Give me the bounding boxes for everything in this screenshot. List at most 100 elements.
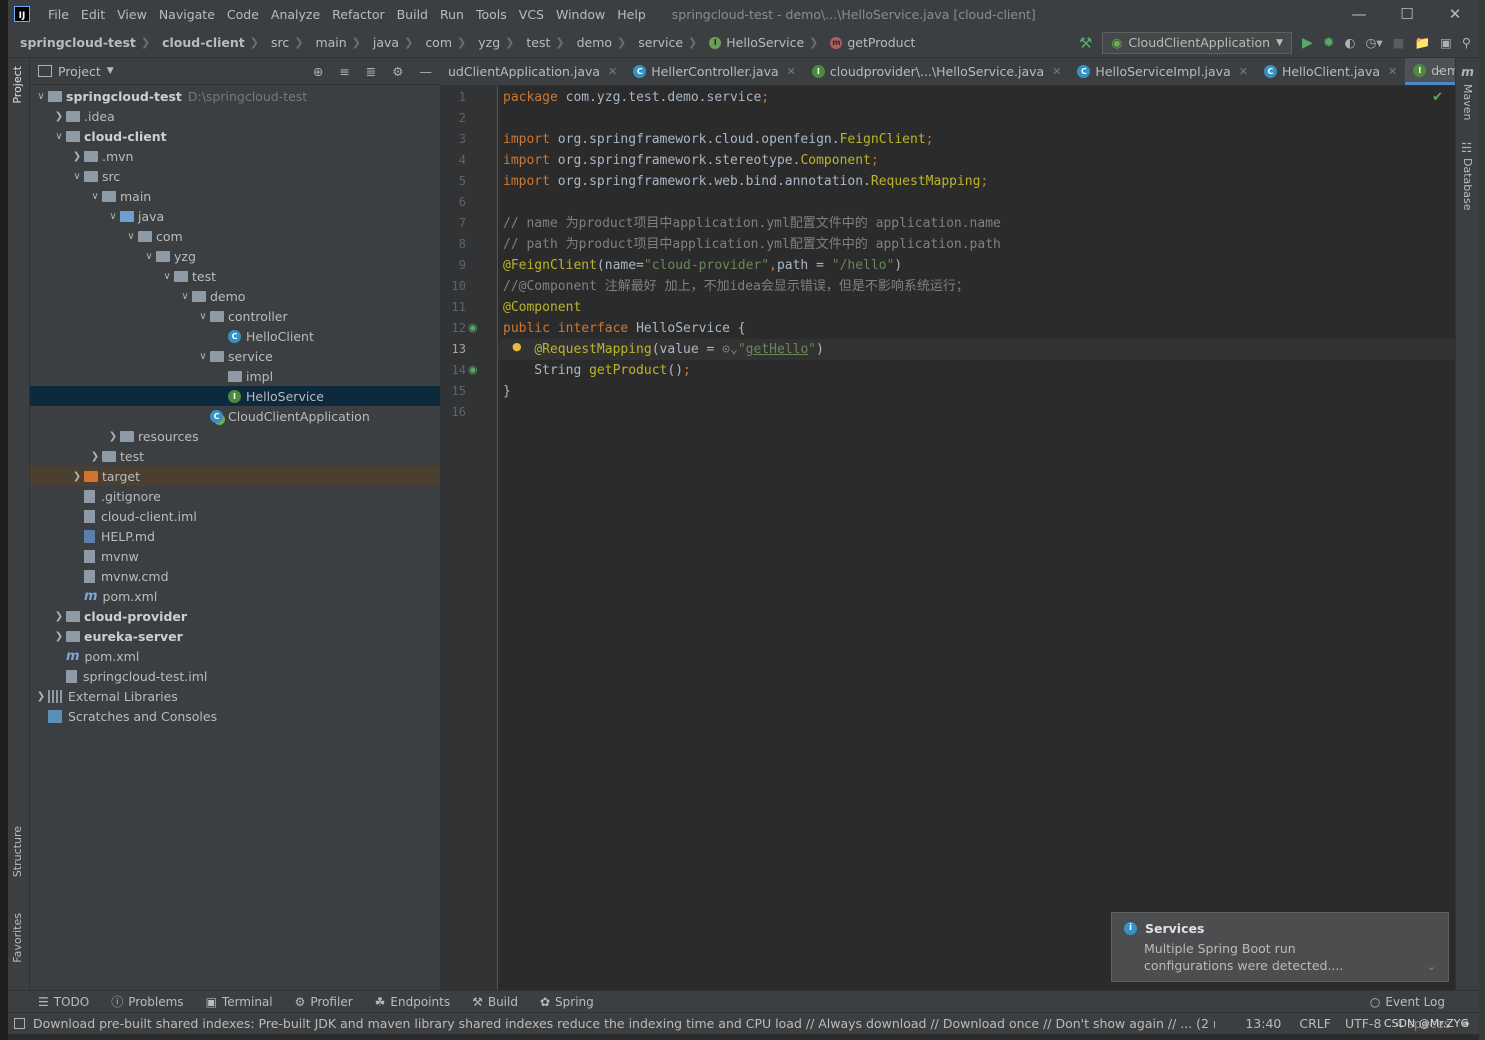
notification-balloon[interactable]: i Services Multiple Spring Boot run conf… (1111, 912, 1449, 982)
status-message[interactable]: Download pre-built shared indexes: Pre-b… (33, 1016, 1215, 1031)
close-icon[interactable]: ✕ (1239, 65, 1248, 78)
editor-tab[interactable]: Icloudprovider\...\HelloService.java ✕ (804, 58, 1070, 85)
menu-item-file[interactable]: File (42, 7, 75, 22)
debug-icon[interactable]: ✹ (1323, 35, 1335, 51)
tree-node[interactable]: cloud-client.iml (30, 506, 440, 526)
chevron-right-icon[interactable]: ❯ (52, 111, 66, 122)
search-icon[interactable]: ⚲ (1462, 35, 1471, 50)
tree-node[interactable]: ∨ springcloud-test D:\springcloud-test (30, 86, 440, 106)
locate-icon[interactable]: ⊕ (313, 64, 323, 79)
chevron-down-icon[interactable]: ∨ (178, 291, 192, 302)
chevron-right-icon[interactable]: ❯ (88, 451, 102, 462)
tree-node[interactable]: C HelloClient (30, 326, 440, 346)
tree-node[interactable]: m pom.xml (30, 646, 440, 666)
chevron-down-icon[interactable]: ∨ (106, 211, 120, 222)
tool-window-favorites[interactable]: Favorites (11, 913, 24, 963)
chevron-down-icon[interactable]: ∨ (160, 271, 174, 282)
line-separator[interactable]: CRLF (1299, 1016, 1331, 1031)
stop-icon[interactable]: ■ (1393, 35, 1405, 50)
chevron-right-icon[interactable]: ❯ (34, 691, 48, 702)
tool-window-database[interactable]: Database (1461, 158, 1474, 211)
editor-tab[interactable]: Idemo\...\He (1405, 58, 1455, 85)
chevron-right-icon[interactable]: ❯ (52, 631, 66, 642)
run-configuration-selector[interactable]: ◉ CloudClientApplication ▼ (1102, 31, 1293, 54)
project-view-dropdown[interactable]: Project (58, 64, 101, 79)
menu-item-build[interactable]: Build (391, 7, 434, 22)
tree-node[interactable]: ∨ main (30, 186, 440, 206)
tree-node[interactable]: ❯ .mvn (30, 146, 440, 166)
project-structure-icon[interactable]: 📁 (1414, 35, 1430, 51)
tree-node[interactable]: ∨ demo (30, 286, 440, 306)
breadcrumb-item[interactable]: com ❯ (413, 35, 466, 50)
breadcrumb-item[interactable]: springcloud-test ❯ (8, 35, 150, 50)
chevron-right-icon[interactable]: ❯ (70, 471, 84, 482)
tool-window-todo[interactable]: ☰ TODO (38, 993, 89, 1010)
menu-item-window[interactable]: Window (550, 7, 611, 22)
chevron-right-icon[interactable]: ❯ (70, 151, 84, 162)
menu-item-analyze[interactable]: Analyze (265, 7, 326, 22)
chevron-down-icon[interactable]: ∨ (142, 251, 156, 262)
menu-item-vcs[interactable]: VCS (513, 7, 550, 22)
implementation-gutter-icon[interactable]: ◉ (468, 363, 478, 376)
inspection-ok-icon[interactable]: ✔ (1432, 90, 1443, 105)
editor-tab[interactable]: udClientApplication.java ✕ (440, 58, 625, 85)
file-encoding[interactable]: UTF-8 (1345, 1016, 1381, 1031)
breadcrumb-item[interactable]: service ❯ (626, 35, 697, 50)
expand-all-icon[interactable]: ≡ (339, 64, 349, 79)
close-icon[interactable]: ✕ (1052, 65, 1061, 78)
tree-node[interactable]: mvnw.cmd (30, 566, 440, 586)
chevron-down-icon[interactable]: ∨ (196, 351, 210, 362)
close-icon[interactable]: ✕ (608, 65, 617, 78)
tool-window-maven[interactable]: Maven (1461, 84, 1474, 120)
chevron-down-icon[interactable]: ▼ (107, 66, 114, 76)
tree-node[interactable]: ❯ .idea (30, 106, 440, 126)
tree-node[interactable]: ∨ yzg (30, 246, 440, 266)
tree-node[interactable]: ❯ cloud-provider (30, 606, 440, 626)
tool-window-problems[interactable]: ⓘ Problems (111, 993, 183, 1010)
tool-window-project[interactable]: Project (11, 66, 24, 104)
breadcrumb-item[interactable]: java ❯ (361, 35, 413, 50)
chevron-right-icon[interactable]: ❯ (52, 611, 66, 622)
tree-node[interactable]: ∨ src (30, 166, 440, 186)
menu-item-edit[interactable]: Edit (75, 7, 111, 22)
breadcrumb-item[interactable]: src ❯ (259, 35, 303, 50)
menu-item-navigate[interactable]: Navigate (153, 7, 221, 22)
close-icon[interactable]: ✕ (1431, 5, 1479, 23)
breadcrumb-item[interactable]: cloud-client ❯ (150, 35, 259, 50)
tool-window-profiler[interactable]: ⚙ Profiler (295, 993, 353, 1010)
tree-node[interactable]: impl (30, 366, 440, 386)
tool-window-spring[interactable]: ✿ Spring (540, 993, 594, 1010)
menu-item-view[interactable]: View (111, 7, 153, 22)
run-icon[interactable]: ▶ (1302, 35, 1313, 51)
status-toggle-icon[interactable] (14, 1018, 25, 1029)
coverage-icon[interactable]: ◐ (1345, 35, 1356, 50)
build-hammer-icon[interactable]: ⚒ (1079, 34, 1092, 52)
chevron-down-icon[interactable]: ∨ (70, 171, 84, 182)
gear-icon[interactable]: ⚙ (392, 64, 403, 79)
menu-item-help[interactable]: Help (611, 7, 652, 22)
menu-item-tools[interactable]: Tools (470, 7, 513, 22)
layout-icon[interactable]: ▣ (1440, 35, 1452, 50)
profile-icon[interactable]: ◷▾ (1365, 35, 1382, 50)
tree-node[interactable]: ∨ service (30, 346, 440, 366)
tree-node[interactable]: ∨ controller (30, 306, 440, 326)
chevron-down-icon[interactable]: ∨ (88, 191, 102, 202)
tree-node[interactable]: ∨ test (30, 266, 440, 286)
close-icon[interactable]: ✕ (787, 65, 796, 78)
implementation-gutter-icon[interactable]: ◉ (468, 321, 478, 334)
tree-node[interactable]: I HelloService (30, 386, 440, 406)
tree-node[interactable]: ∨ cloud-client (30, 126, 440, 146)
tool-window-terminal[interactable]: ▣ Terminal (206, 993, 273, 1010)
maximize-icon[interactable]: ☐ (1383, 5, 1431, 23)
editor-tab[interactable]: C HellerController.java ✕ (625, 58, 804, 85)
chevron-down-icon[interactable]: ∨ (52, 131, 66, 142)
code-view[interactable]: package com.yzg.test.demo.service; import… (498, 86, 1455, 990)
tree-node[interactable]: .gitignore (30, 486, 440, 506)
tool-window-build[interactable]: ⚒ Build (472, 993, 518, 1010)
editor-tab[interactable]: C HelloClient.java ✕ (1256, 58, 1405, 85)
chevron-right-icon[interactable]: ❯ (106, 431, 120, 442)
chevron-down-icon[interactable]: ∨ (196, 311, 210, 322)
collapse-all-icon[interactable]: ≣ (366, 64, 376, 79)
chevron-down-icon[interactable]: ∨ (34, 91, 48, 102)
menu-item-refactor[interactable]: Refactor (326, 7, 390, 22)
